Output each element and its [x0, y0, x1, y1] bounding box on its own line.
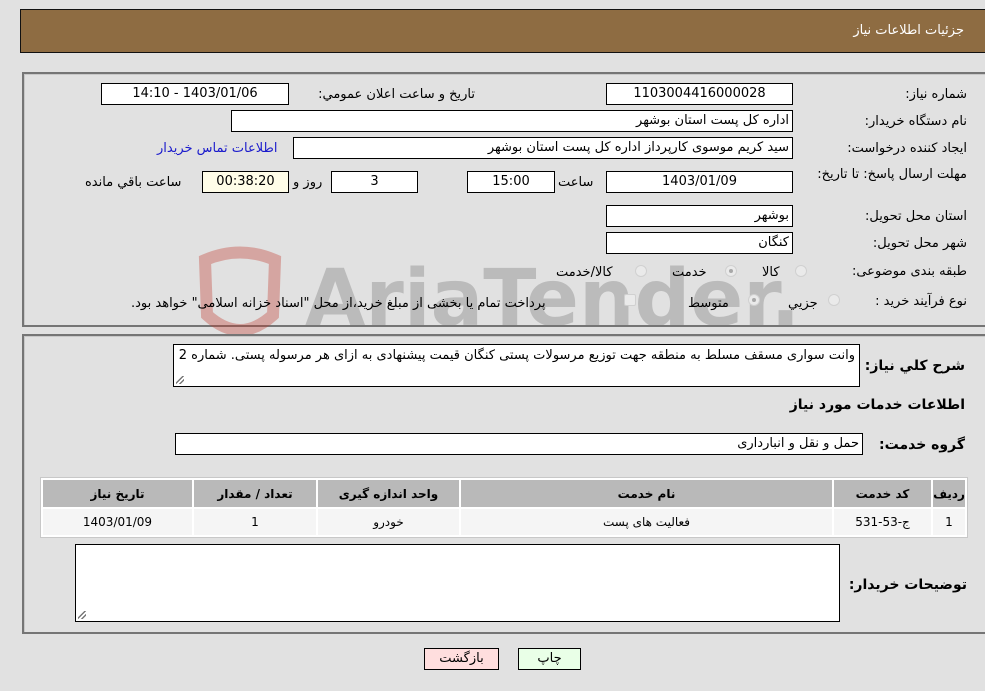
category-goods-service-label: کالا/خدمت [556, 265, 613, 280]
cell-need-date: 1403/01/09 [43, 509, 192, 535]
remaining-time-label: ساعت باقي مانده [85, 175, 182, 190]
need-number-field: 1103004416000028 [606, 83, 793, 105]
announce-datetime-field: 1403/01/06 - 14:10 [101, 83, 289, 105]
col-header-quantity: تعداد / مقدار [194, 480, 316, 507]
process-medium-radio[interactable] [748, 294, 760, 306]
col-header-unit: واحد اندازه گیری [318, 480, 459, 507]
service-group-field: حمل و نقل و انبارداری [175, 433, 863, 455]
buyer-org-label: نام دستگاه خریدار: [864, 114, 967, 129]
delivery-city-field: کنگان [606, 232, 793, 254]
table-header-row: ردیف کد خدمت نام خدمت واحد اندازه گیری ت… [43, 480, 965, 507]
category-goods-radio[interactable] [795, 265, 807, 277]
purchase-process-label: نوع فرآیند خرید : [875, 294, 967, 309]
print-button[interactable]: چاپ [518, 648, 581, 670]
service-group-label: گروه خدمت: [879, 437, 965, 453]
buyer-org-field: اداره کل پست استان بوشهر [231, 110, 793, 132]
cell-row-number: 1 [933, 509, 965, 535]
deadline-date-field: 1403/01/09 [606, 171, 793, 193]
deadline-time-field: 15:00 [467, 171, 555, 193]
requester-field: سید کریم موسوی کارپرداز اداره کل پست است… [293, 137, 793, 159]
col-header-row-number: ردیف [933, 480, 965, 507]
cell-quantity: 1 [194, 509, 316, 535]
remaining-days-field: 3 [331, 171, 418, 193]
days-label: روز و [293, 175, 323, 190]
delivery-province-label: استان محل تحویل: [865, 209, 967, 224]
description-label: شرح کلي نیاز: [864, 358, 965, 374]
description-textarea[interactable]: وانت سواری مسقف مسلط به منطقه جهت توزیع … [173, 344, 860, 387]
page-header: جزئیات اطلاعات نیاز [20, 9, 985, 53]
category-goods-label: کالا [762, 265, 780, 280]
col-header-service-name: نام خدمت [461, 480, 832, 507]
delivery-province-field: بوشهر [606, 205, 793, 227]
category-goods-service-radio[interactable] [635, 265, 647, 277]
need-number-label: شماره نیاز: [905, 87, 967, 102]
category-service-radio[interactable] [725, 265, 737, 277]
deadline-time-label: ساعت [558, 175, 594, 190]
remaining-time-field: 00:38:20 [202, 171, 289, 193]
process-medium-label: متوسط [688, 296, 729, 311]
treasury-checkbox-label: پرداخت تمام یا بخشی از مبلغ خرید،از محل … [131, 296, 546, 311]
treasury-checkbox[interactable] [624, 294, 636, 306]
buyer-notes-label: توضیحات خریدار: [848, 577, 967, 593]
resize-grip-icon[interactable] [176, 376, 184, 384]
table-row: 1 ج-53-531 فعالیت های پست خودرو 1 1403/0… [43, 509, 965, 535]
cell-unit: خودرو [318, 509, 459, 535]
category-label: طبقه بندی موضوعی: [851, 264, 967, 279]
announce-datetime-label: تاریخ و ساعت اعلان عمومي: [318, 87, 475, 102]
col-header-service-code: کد خدمت [834, 480, 931, 507]
services-table: ردیف کد خدمت نام خدمت واحد اندازه گیری ت… [40, 477, 968, 538]
process-minor-radio[interactable] [828, 294, 840, 306]
cell-service-name: فعالیت های پست [461, 509, 832, 535]
category-service-label: خدمت [672, 265, 707, 280]
buyer-contact-link[interactable]: اطلاعات تماس خریدار [157, 141, 277, 156]
process-minor-label: جزیي [788, 296, 818, 311]
back-button[interactable]: بازگشت [424, 648, 499, 670]
description-text: وانت سواری مسقف مسلط به منطقه جهت توزیع … [178, 348, 855, 363]
page-title: جزئیات اطلاعات نیاز [853, 23, 964, 38]
deadline-label: مهلت ارسال پاسخ: تا تاریخ: [817, 167, 967, 182]
requester-label: ایجاد کننده درخواست: [847, 141, 967, 156]
buyer-notes-textarea[interactable] [75, 544, 840, 622]
resize-grip-icon[interactable] [78, 611, 86, 619]
services-heading: اطلاعات خدمات مورد نیاز [789, 397, 965, 413]
col-header-need-date: تاریخ نیاز [43, 480, 192, 507]
cell-service-code: ج-53-531 [834, 509, 931, 535]
delivery-city-label: شهر محل تحویل: [872, 236, 967, 251]
